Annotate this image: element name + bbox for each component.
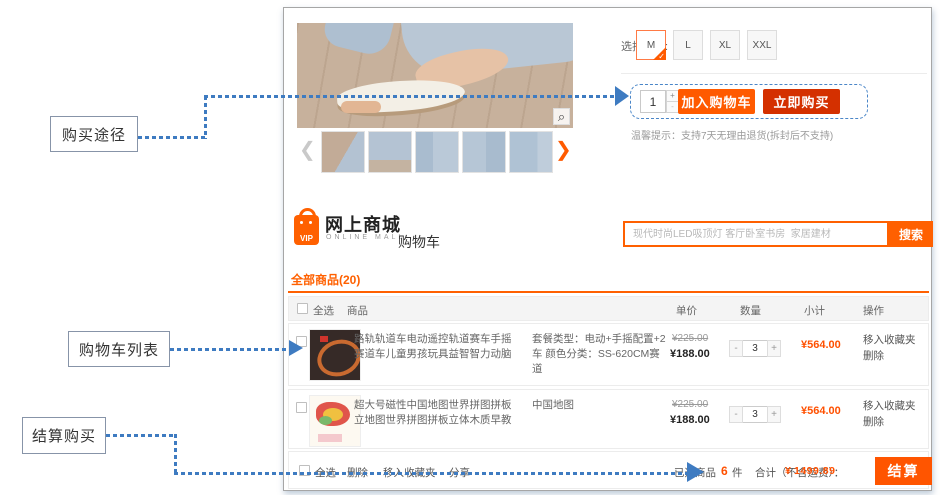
old-price: ¥225.00 bbox=[672, 333, 708, 344]
header-unit-price: 单价 bbox=[676, 303, 697, 318]
row-checkbox[interactable] bbox=[296, 402, 307, 413]
purchase-path-line-h2 bbox=[204, 95, 615, 98]
purchase-path-line-v bbox=[204, 96, 207, 139]
photo-toes-shape bbox=[341, 101, 381, 113]
checkout-button[interactable]: 结算 bbox=[875, 457, 932, 485]
annotation-purchase-path-label: 购买途径 bbox=[62, 124, 126, 145]
header-subtotal: 小计 bbox=[804, 303, 825, 318]
checkout-line-h1 bbox=[106, 434, 177, 437]
zoom-magnifier-icon[interactable]: ⌕ bbox=[553, 108, 570, 125]
cart-row-toy: 路轨轨道车电动遥控轨道赛车手摇赛道车儿童男孩玩具益智智力动脑 套餐类型：电动+手… bbox=[288, 323, 929, 386]
cart-table-header: 全选 商品 单价 数量 小计 操作 bbox=[288, 296, 929, 321]
header-product: 商品 bbox=[347, 303, 368, 318]
product-thumbnail[interactable] bbox=[415, 131, 459, 173]
select-all-checkbox[interactable] bbox=[297, 303, 308, 314]
photo-jeans-shape-2 bbox=[321, 23, 395, 58]
row-subtotal: ¥564.00 bbox=[801, 405, 841, 417]
old-price: ¥225.00 bbox=[672, 399, 708, 410]
section-divider bbox=[621, 73, 927, 74]
product-spec: 套餐类型：电动+手摇配置+2车 颜色分类：SS-620CM赛道 bbox=[532, 332, 667, 377]
row-quantity-input[interactable] bbox=[743, 406, 767, 423]
purchase-path-arrow-icon bbox=[615, 86, 629, 106]
selected-items-suffix: 件 bbox=[732, 465, 743, 480]
tab-all-products[interactable]: 全部商品(20) bbox=[291, 271, 360, 288]
currency-symbol: ¥ bbox=[785, 465, 791, 477]
cart-list-line-h bbox=[170, 348, 290, 351]
size-chip-xl[interactable]: XL bbox=[710, 30, 740, 60]
move-to-favorites-link[interactable]: 移入收藏夹 bbox=[863, 398, 916, 413]
size-chip-l[interactable]: L bbox=[673, 30, 703, 60]
total-amount: 1499.89 bbox=[794, 465, 835, 477]
delete-link[interactable]: 删除 bbox=[863, 348, 884, 363]
row-quantity-input[interactable] bbox=[743, 340, 767, 357]
selected-items-count: 6 bbox=[721, 464, 728, 478]
annotation-checkout: 结算购买 bbox=[22, 417, 106, 454]
header-quantity: 数量 bbox=[740, 303, 761, 318]
vip-logo-text: VIP bbox=[294, 234, 319, 243]
bag-dot bbox=[309, 221, 312, 224]
map-shape bbox=[318, 434, 342, 442]
header-actions: 操作 bbox=[863, 303, 884, 318]
page-title-cart: 购物车 bbox=[398, 232, 440, 252]
vip-bag-logo-icon: VIP bbox=[294, 215, 319, 245]
product-spec: 中国地图 bbox=[532, 398, 667, 413]
current-price: ¥188.00 bbox=[670, 348, 710, 360]
product-thumbnail[interactable] bbox=[509, 131, 553, 173]
product-thumbnail[interactable] bbox=[321, 131, 365, 173]
cart-footer-bar: 全选 删除 移入收藏夹 分享 已选商品 6 件 合计（不含运费）： ¥ 1499… bbox=[288, 451, 929, 489]
product-title[interactable]: 路轨轨道车电动遥控轨道赛车手摇赛道车儿童男孩玩具益智智力动脑 bbox=[354, 332, 512, 362]
qty-plus-button[interactable]: + bbox=[767, 406, 781, 423]
search-button[interactable]: 搜索 bbox=[889, 221, 933, 247]
qty-minus-button[interactable]: - bbox=[729, 340, 743, 357]
thumbnail-strip bbox=[321, 131, 553, 173]
size-chip-m[interactable]: M bbox=[636, 30, 666, 60]
annotation-checkout-label: 结算购买 bbox=[32, 425, 96, 446]
buy-now-button[interactable]: 立即购买 bbox=[763, 89, 840, 114]
annotation-cart-list: 购物车列表 bbox=[68, 331, 170, 367]
row-quantity-stepper: - + bbox=[729, 340, 781, 357]
size-selector: M L XL XXL bbox=[636, 30, 777, 60]
product-title[interactable]: 超大号磁性中国地图世界拼图拼板立地图世界拼图拼板立体木质早教益智力学生地理男 bbox=[354, 398, 512, 428]
current-price: ¥188.00 bbox=[670, 414, 710, 426]
cart-list-arrow-icon bbox=[289, 340, 303, 356]
product-main-photo: ⌕ bbox=[297, 23, 573, 128]
row-quantity-stepper: - + bbox=[729, 406, 781, 423]
annotation-cart-list-label: 购物车列表 bbox=[79, 339, 159, 360]
chevron-right-icon[interactable]: ❯ bbox=[555, 140, 572, 160]
delete-link[interactable]: 删除 bbox=[863, 414, 884, 429]
map-shape bbox=[319, 416, 332, 425]
qty-plus-button[interactable]: + bbox=[767, 340, 781, 357]
search-input[interactable] bbox=[623, 221, 889, 247]
move-to-favorites-link[interactable]: 移入收藏夹 bbox=[863, 332, 916, 347]
annotated-screenshot: 购买途径 购物车列表 结算购买 ⌕ ❮ ❯ bbox=[0, 0, 940, 495]
mall-name-english: ONLINE MALL bbox=[326, 234, 405, 241]
quantity-input[interactable] bbox=[640, 90, 666, 113]
product-thumbnail[interactable] bbox=[368, 131, 412, 173]
checkout-line-v bbox=[174, 434, 177, 474]
add-to-cart-button[interactable]: 加入购物车 bbox=[678, 89, 755, 114]
header-select-all: 全选 bbox=[313, 303, 334, 318]
row-subtotal: ¥564.00 bbox=[801, 339, 841, 351]
annotation-purchase-path: 购买途径 bbox=[50, 116, 138, 152]
checkout-line-h2 bbox=[174, 472, 688, 475]
tab-underline bbox=[288, 291, 929, 293]
product-page-panel: ⌕ ❮ ❯ 选择尺码: M L XL XXL + - 加入购物车 立即购买 温馨… bbox=[283, 7, 932, 491]
checkout-arrow-icon bbox=[687, 462, 704, 482]
chevron-left-icon[interactable]: ❮ bbox=[299, 140, 316, 160]
bag-dot bbox=[300, 221, 303, 224]
size-chip-xxl[interactable]: XXL bbox=[747, 30, 777, 60]
cart-row-map: 超大号磁性中国地图世界拼图拼板立地图世界拼图拼板立体木质早教益智力学生地理男 中… bbox=[288, 389, 929, 449]
qty-minus-button[interactable]: - bbox=[729, 406, 743, 423]
return-policy-tip: 温馨提示：支持7天无理由退货(拆封后不支持) bbox=[631, 127, 833, 142]
product-thumbnail[interactable] bbox=[462, 131, 506, 173]
purchase-path-line-h1 bbox=[138, 136, 208, 139]
